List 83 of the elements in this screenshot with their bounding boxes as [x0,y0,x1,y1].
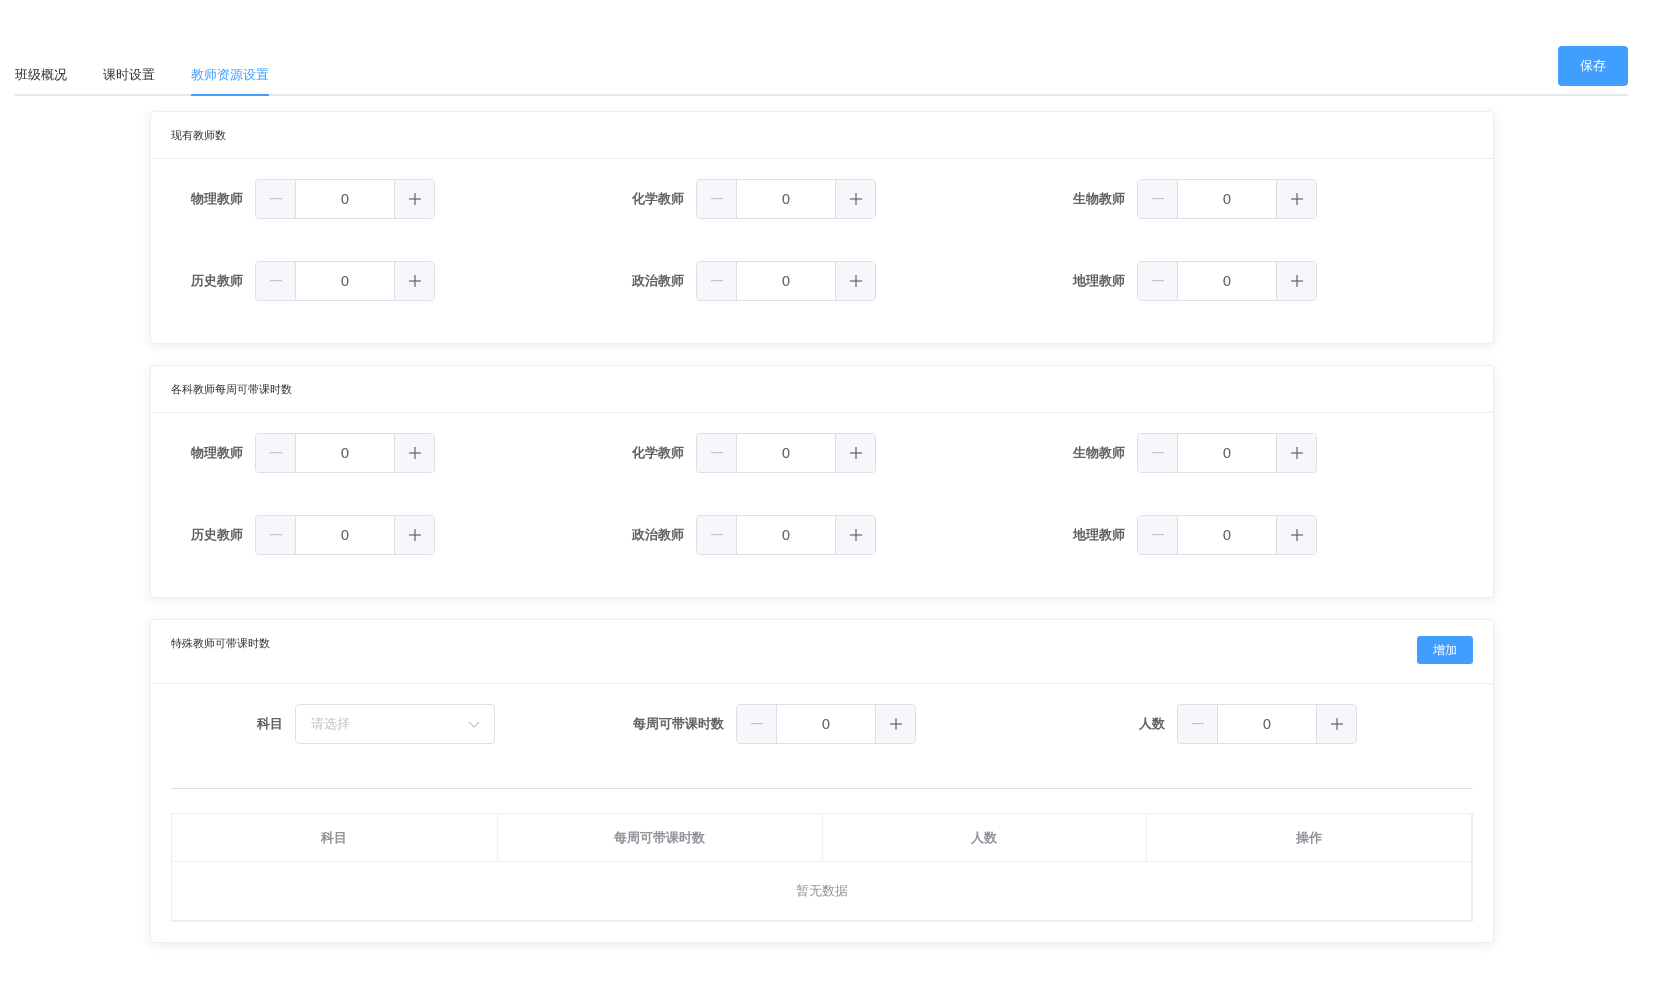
chevron-down-icon [468,720,480,728]
number-stepper[interactable]: 0 [696,179,876,219]
number-stepper[interactable]: 0 [696,433,876,473]
plus-icon [1290,275,1303,287]
card-title: 特殊教师可带课时数 [171,636,270,651]
tab[interactable]: 班级概况 [15,66,67,96]
field-label: 历史教师 [190,272,244,290]
empty-text: 暂无数据 [794,882,849,900]
minus-icon [750,723,763,725]
field-label: 地理教师 [1071,526,1126,544]
minus-icon [1151,280,1164,282]
number-stepper[interactable]: 0 [255,515,435,555]
plus-icon [889,718,902,730]
number-stepper[interactable]: 0 [736,704,916,744]
increment-button[interactable] [394,434,434,472]
field-label: 生物教师 [1072,190,1126,208]
minus-icon [710,534,723,536]
number-stepper[interactable]: 0 [255,433,435,473]
minus-icon [269,534,282,536]
increment-button[interactable] [394,262,434,300]
plus-icon [1290,193,1303,205]
field-label: 地理教师 [1071,272,1126,290]
field-label: 政治教师 [631,526,685,544]
increment-button[interactable] [1276,516,1316,554]
field-label: 生物教师 [1072,444,1126,462]
plus-icon [408,529,421,541]
increment-button[interactable] [1276,180,1316,218]
increment-button[interactable] [1276,434,1316,472]
card-title: 现有教师数 [171,128,226,143]
number-stepper[interactable]: 0 [1137,515,1317,555]
minus-icon [1151,198,1164,200]
minus-icon [269,280,282,282]
increment-button[interactable] [835,434,875,472]
number-stepper[interactable]: 0 [696,515,876,555]
column-header: 每周可带课时数 [496,814,822,861]
plus-icon [849,447,862,459]
placeholder-text: 请选择 [311,715,350,733]
increment-button[interactable] [1316,705,1356,743]
column-header: 操作 [1146,814,1471,861]
column-header: 人数 [821,814,1147,861]
plus-icon [408,275,421,287]
increment-button[interactable] [835,516,875,554]
increment-button[interactable] [394,180,434,218]
tab[interactable]: 课时设置 [103,66,155,96]
minus-icon [1151,534,1164,536]
number-stepper[interactable]: 0 [1137,179,1317,219]
number-stepper[interactable]: 0 [1137,261,1317,301]
field-label: 政治教师 [631,272,685,290]
card-title: 各科教师每周可带课时数 [171,382,292,397]
minus-icon [269,198,282,200]
minus-icon [710,280,723,282]
minus-icon [1151,452,1164,454]
minus-icon [1191,723,1204,725]
minus-icon [710,198,723,200]
number-stepper[interactable]: 0 [255,261,435,301]
number-stepper[interactable]: 0 [255,179,435,219]
increment-button[interactable] [394,516,434,554]
field-label: 每周可带课时数 [632,715,725,733]
field-label: 化学教师 [631,444,685,462]
plus-icon [408,193,421,205]
plus-icon [849,193,862,205]
number-stepper[interactable]: 0 [1177,704,1357,744]
field-label: 物理教师 [190,190,244,208]
increment-button[interactable] [875,705,915,743]
plus-icon [408,447,421,459]
minus-icon [269,452,282,454]
field-label: 人数 [1138,715,1166,733]
field-label: 历史教师 [190,526,244,544]
field-label: 物理教师 [190,444,244,462]
field-label: 科目 [256,715,284,733]
field-label: 化学教师 [631,190,685,208]
plus-icon [849,529,862,541]
increment-button[interactable] [835,180,875,218]
plus-icon [849,275,862,287]
number-stepper[interactable]: 0 [696,261,876,301]
minus-icon [710,452,723,454]
plus-icon [1290,447,1303,459]
plus-icon [1290,529,1303,541]
number-stepper[interactable]: 0 [1137,433,1317,473]
increment-button[interactable] [835,262,875,300]
plus-icon [1330,718,1343,730]
column-header: 科目 [320,828,349,847]
increment-button[interactable] [1276,262,1316,300]
